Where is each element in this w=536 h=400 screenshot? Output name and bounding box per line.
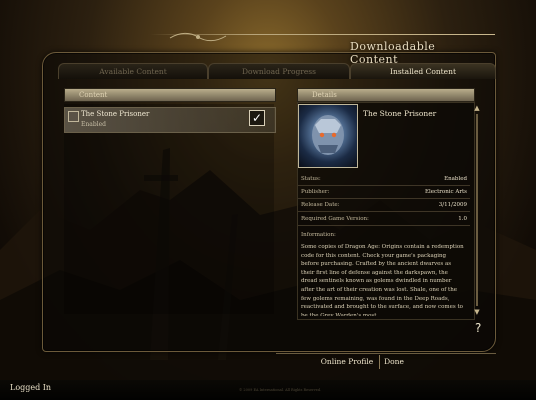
prop-row-status: Status: Enabled — [298, 174, 470, 186]
prop-row-release-date: Release Date: 3/11/2009 — [298, 200, 470, 212]
scroll-track[interactable] — [476, 114, 478, 306]
prop-label: Release Date: — [301, 202, 340, 208]
enabled-checkbox[interactable]: ✓ — [249, 110, 265, 126]
scroll-down-icon[interactable]: ▼ — [473, 308, 481, 316]
details-scrollbar[interactable]: ▲ ▼ — [473, 104, 481, 316]
prop-row-publisher: Publisher: Electronic Arts — [298, 187, 470, 199]
information-label: Information: — [301, 232, 336, 238]
scroll-up-icon[interactable]: ▲ — [473, 104, 481, 112]
checkmark-icon: ✓ — [251, 111, 263, 125]
details-title: The Stone Prisoner — [363, 109, 437, 118]
prop-label: Status: — [301, 176, 321, 182]
prop-value: Electronic Arts — [424, 189, 467, 195]
online-profile-button[interactable]: Online Profile — [318, 356, 376, 368]
content-icon — [68, 111, 79, 122]
done-button[interactable]: Done — [382, 356, 406, 368]
help-icon[interactable]: ? — [475, 321, 481, 335]
list-item[interactable]: The Stone Prisoner Enabled ✓ — [64, 107, 276, 133]
golem-portrait — [298, 104, 358, 168]
prop-label: Required Game Version: — [301, 216, 369, 222]
prop-value: 1.0 — [458, 216, 467, 222]
login-status: Logged In — [10, 383, 52, 392]
prop-value: Enabled — [444, 176, 467, 182]
details-column-header: Details — [297, 88, 475, 102]
frame-ornament — [169, 32, 227, 42]
prop-label: Publisher: — [301, 189, 330, 195]
list-item-title: The Stone Prisoner — [81, 110, 150, 118]
tab-installed-content[interactable]: Installed Content — [350, 63, 496, 79]
content-column-header: Content — [64, 88, 276, 102]
prop-row-game-version: Required Game Version: 1.0 — [298, 214, 470, 226]
tab-download-progress[interactable]: Download Progress — [208, 63, 350, 79]
content-list — [64, 104, 274, 314]
information-text: Some copies of Dragon Age: Origins conta… — [301, 244, 464, 316]
tab-bar: Available Content Download Progress Inst… — [58, 63, 496, 79]
list-item-status: Enabled — [81, 121, 106, 128]
tab-available-content[interactable]: Available Content — [58, 63, 208, 79]
prop-value: 3/11/2009 — [438, 202, 467, 208]
button-divider — [379, 355, 380, 369]
copyright-text: © 2009 EA International. All Rights Rese… — [238, 388, 322, 392]
